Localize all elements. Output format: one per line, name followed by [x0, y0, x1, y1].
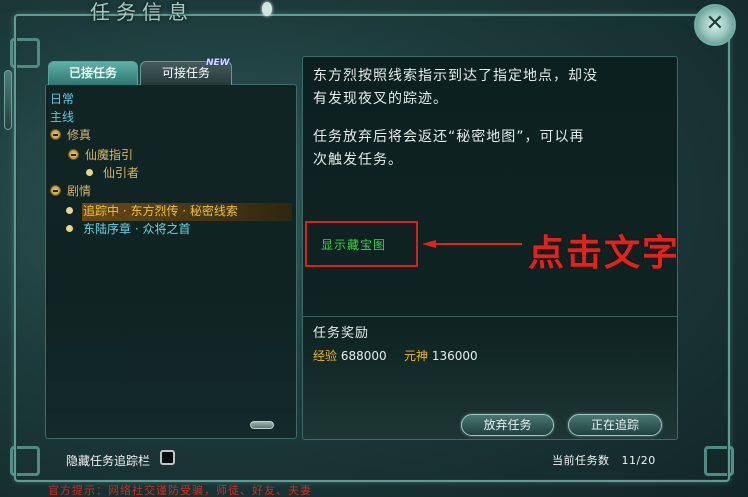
- tree-group-story[interactable]: 剧情: [50, 182, 91, 200]
- bullet-icon: [66, 207, 73, 214]
- collapse-icon[interactable]: [50, 185, 61, 196]
- hide-tracker-label: 隐藏任务追踪栏: [66, 454, 151, 468]
- corner-ornament-bottom-left: [10, 446, 40, 476]
- abandon-quest-button[interactable]: 放弃任务: [461, 414, 554, 436]
- annotation-label: 点击文字: [528, 233, 681, 274]
- corner-ornament-bottom-right: [704, 446, 734, 476]
- reward-exp-label: 经验: [313, 349, 338, 363]
- tree-group-label: 剧情: [67, 184, 92, 198]
- quest-count-label: 当前任务数: [552, 454, 610, 467]
- tree-group-xiuzhen[interactable]: 修真: [50, 126, 91, 144]
- side-handle[interactable]: [4, 70, 12, 130]
- description-line: 任务放弃后将会返还“秘密地图”，可以再: [313, 129, 585, 145]
- reward-spirit: 元神 136000: [404, 347, 478, 364]
- tree-quest-donglu[interactable]: 东陆序章 · 众将之首: [66, 220, 190, 238]
- tree-category-main[interactable]: 主线: [50, 108, 74, 126]
- reward-exp: 经验 688000: [313, 347, 387, 364]
- scroll-handle[interactable]: [250, 421, 274, 429]
- reward-spirit-label: 元神: [404, 349, 429, 363]
- annotation-arrow-icon: [422, 240, 522, 248]
- collapse-icon[interactable]: [68, 149, 79, 160]
- quest-count: 当前任务数 11/20: [552, 452, 656, 468]
- tab-accepted-quests[interactable]: 已接任务: [48, 61, 138, 85]
- description-line: 东方烈按照线索指示到达了指定地点，却没: [313, 68, 598, 84]
- hide-tracker-checkbox[interactable]: [160, 450, 175, 465]
- tree-quest-xianyinzhe[interactable]: 仙引者: [86, 164, 139, 182]
- tree-group-label: 修真: [67, 128, 92, 142]
- system-tip: 官方提示：网络社交谨防受骗，师徒、好友、夫妻: [48, 484, 312, 497]
- tree-quest-label: 东陆序章 · 众将之首: [83, 222, 191, 236]
- tree-quest-label: 仙引者: [103, 166, 140, 180]
- tree-group-xianmo[interactable]: 仙魔指引: [68, 146, 133, 164]
- divider: [303, 316, 677, 317]
- collapse-icon[interactable]: [50, 129, 61, 140]
- show-treasure-map-link[interactable]: 显示藏宝图: [305, 221, 418, 267]
- bullet-icon: [86, 169, 93, 176]
- window-title: 任务信息: [90, 0, 194, 24]
- quest-info-window: 任务信息 ✕ 已接任务 可接任务 NEW 日常 主线 修真 仙魔指引 仙引者 剧…: [0, 0, 748, 497]
- reward-exp-value: 688000: [340, 349, 387, 363]
- corner-ornament-top-left: [10, 38, 40, 68]
- tree-category-daily[interactable]: 日常: [50, 90, 74, 108]
- quest-count-value: 11/20: [621, 454, 656, 467]
- bullet-icon: [66, 225, 73, 232]
- reward-spirit-value: 136000: [431, 349, 478, 363]
- new-badge: NEW: [206, 58, 230, 68]
- tree-quest-tracked[interactable]: 追踪中 · 东方烈传 · 秘密线索: [66, 202, 238, 220]
- close-button[interactable]: ✕: [694, 4, 736, 46]
- tree-quest-label: 追踪中 · 东方烈传 · 秘密线索: [83, 204, 238, 218]
- tree-group-label: 仙魔指引: [85, 148, 134, 162]
- tracking-button[interactable]: 正在追踪: [568, 414, 662, 436]
- ornament-gem-icon: [262, 2, 272, 16]
- description-line: 有发现夜叉的踪迹。: [313, 91, 448, 107]
- reward-title: 任务奖励: [313, 326, 370, 341]
- description-line: 次触发任务。: [313, 152, 403, 168]
